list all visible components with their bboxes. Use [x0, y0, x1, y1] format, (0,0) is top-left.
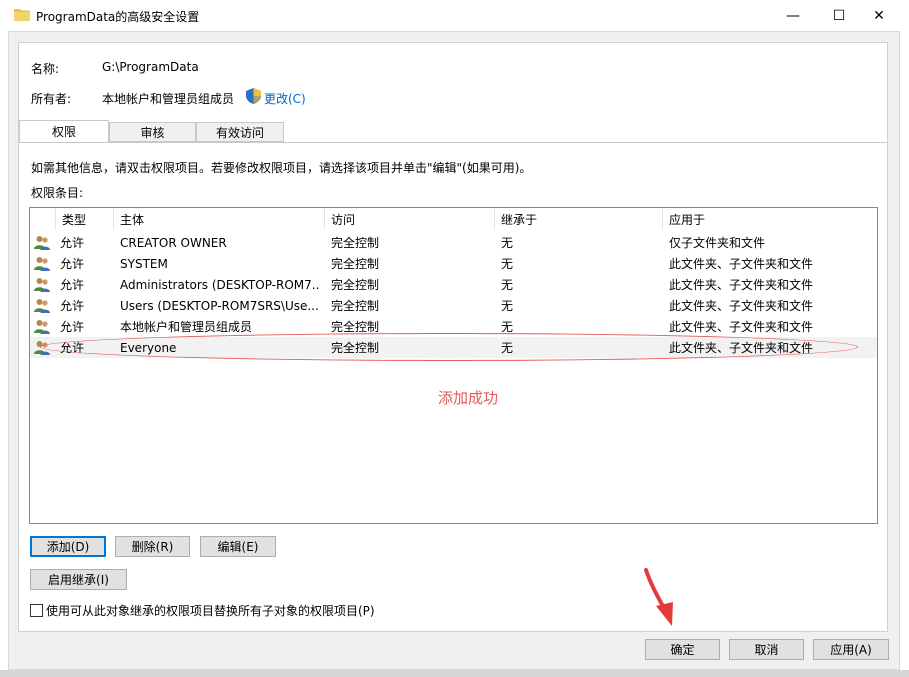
add-button[interactable]: 添加(D)	[30, 536, 106, 557]
row-access: 完全控制	[331, 341, 380, 355]
row-type: 允许	[60, 341, 85, 355]
column-header-inherited-from[interactable]: 继承于	[495, 208, 663, 230]
row-inherited-from: 无	[501, 278, 514, 292]
table-row[interactable]: 允许 Administrators (DESKTOP-ROM7... 完全控制 无 此文…	[30, 274, 877, 295]
row-applies-to: 此文件夹、子文件夹和文件	[669, 341, 814, 355]
remove-button[interactable]: 删除(R)	[115, 536, 190, 557]
change-owner-link[interactable]: 更改(C)	[264, 90, 306, 107]
ok-button[interactable]: 确定	[645, 639, 720, 660]
tab-auditing[interactable]: 审核	[109, 122, 196, 142]
replace-child-permissions-checkbox[interactable]	[30, 604, 43, 617]
row-principal: Administrators (DESKTOP-ROM7...	[120, 277, 320, 292]
user-group-icon	[34, 236, 50, 250]
owner-value: 本地帐户和管理员组成员	[102, 92, 235, 106]
user-group-icon	[34, 320, 50, 334]
tab-effective-access[interactable]: 有效访问	[196, 122, 284, 142]
window-title: ProgramData的高级安全设置	[36, 10, 200, 24]
background-window-strip	[0, 670, 909, 677]
table-row[interactable]: 允许 Everyone 完全控制 无 此文件夹、子文件夹和文件	[30, 337, 877, 358]
row-applies-to: 此文件夹、子文件夹和文件	[669, 278, 814, 292]
row-applies-to: 此文件夹、子文件夹和文件	[669, 320, 814, 334]
minimize-button[interactable]: —	[770, 0, 816, 31]
permission-entries-label: 权限条目:	[31, 186, 84, 200]
column-header-icon	[30, 208, 56, 230]
arrow-annotation-icon	[644, 568, 673, 626]
row-type: 允许	[60, 299, 85, 313]
column-header-principal[interactable]: 主体	[114, 208, 325, 230]
row-access: 完全控制	[331, 320, 380, 334]
row-principal: CREATOR OWNER	[120, 235, 227, 250]
column-header-applies-to[interactable]: 应用于	[663, 208, 877, 230]
user-group-icon	[34, 278, 50, 292]
user-group-icon	[34, 257, 50, 271]
row-inherited-from: 无	[501, 299, 514, 313]
name-label: 名称:	[31, 62, 60, 76]
row-access: 完全控制	[331, 257, 380, 271]
instructions-text: 如需其他信息，请双击权限项目。若要修改权限项目，请选择该项目并单击"编辑"(如果…	[31, 161, 532, 175]
row-principal: Users (DESKTOP-ROM7SRS\Use...	[120, 298, 319, 313]
row-access: 完全控制	[331, 236, 380, 250]
table-row[interactable]: 允许 CREATOR OWNER 完全控制 无 仅子文件夹和文件	[30, 232, 877, 253]
apply-button[interactable]: 应用(A)	[813, 639, 889, 660]
column-header-access[interactable]: 访问	[325, 208, 495, 230]
tab-permissions[interactable]: 权限	[19, 120, 109, 142]
row-inherited-from: 无	[501, 341, 514, 355]
table-row[interactable]: 允许 本地帐户和管理员组成员 完全控制 无 此文件夹、子文件夹和文件	[30, 316, 877, 337]
folder-icon	[14, 9, 30, 21]
row-inherited-from: 无	[501, 257, 514, 271]
row-applies-to: 仅子文件夹和文件	[669, 236, 766, 250]
table-row[interactable]: 允许 Users (DESKTOP-ROM7SRS\Use... 完全控制 无 此文件夹…	[30, 295, 877, 316]
row-type: 允许	[60, 320, 85, 334]
table-row[interactable]: 允许 SYSTEM 完全控制 无 此文件夹、子文件夹和文件	[30, 253, 877, 274]
enable-inheritance-button[interactable]: 启用继承(I)	[30, 569, 127, 590]
row-applies-to: 此文件夹、子文件夹和文件	[669, 257, 814, 271]
row-principal: 本地帐户和管理员组成员	[120, 320, 253, 334]
permission-entries-list[interactable]: 类型 主体 访问 继承于 应用于 允许 CREATOR OWNER 完全控制无仅子文…	[29, 207, 878, 524]
owner-label: 所有者:	[31, 92, 72, 106]
shield-icon	[246, 88, 261, 104]
tab-underline	[19, 142, 888, 143]
row-inherited-from: 无	[501, 320, 514, 334]
row-principal: Everyone	[120, 340, 177, 355]
user-group-icon	[34, 341, 50, 355]
column-header-type[interactable]: 类型	[56, 208, 114, 230]
edit-button[interactable]: 编辑(E)	[200, 536, 276, 557]
row-inherited-from: 无	[501, 236, 514, 250]
row-access: 完全控制	[331, 278, 380, 292]
row-type: 允许	[60, 278, 85, 292]
replace-child-permissions-label: 使用可从此对象继承的权限项目替换所有子对象的权限项目(P)	[46, 604, 375, 618]
user-group-icon	[34, 299, 50, 313]
row-principal: SYSTEM	[120, 256, 168, 271]
row-type: 允许	[60, 257, 85, 271]
row-applies-to: 此文件夹、子文件夹和文件	[669, 299, 814, 313]
row-type: 允许	[60, 236, 85, 250]
row-access: 完全控制	[331, 299, 380, 313]
close-button[interactable]: ✕	[856, 0, 902, 31]
success-annotation: 添加成功	[438, 389, 499, 407]
cancel-button[interactable]: 取消	[729, 639, 804, 660]
name-value: G:\ProgramData	[102, 60, 199, 74]
